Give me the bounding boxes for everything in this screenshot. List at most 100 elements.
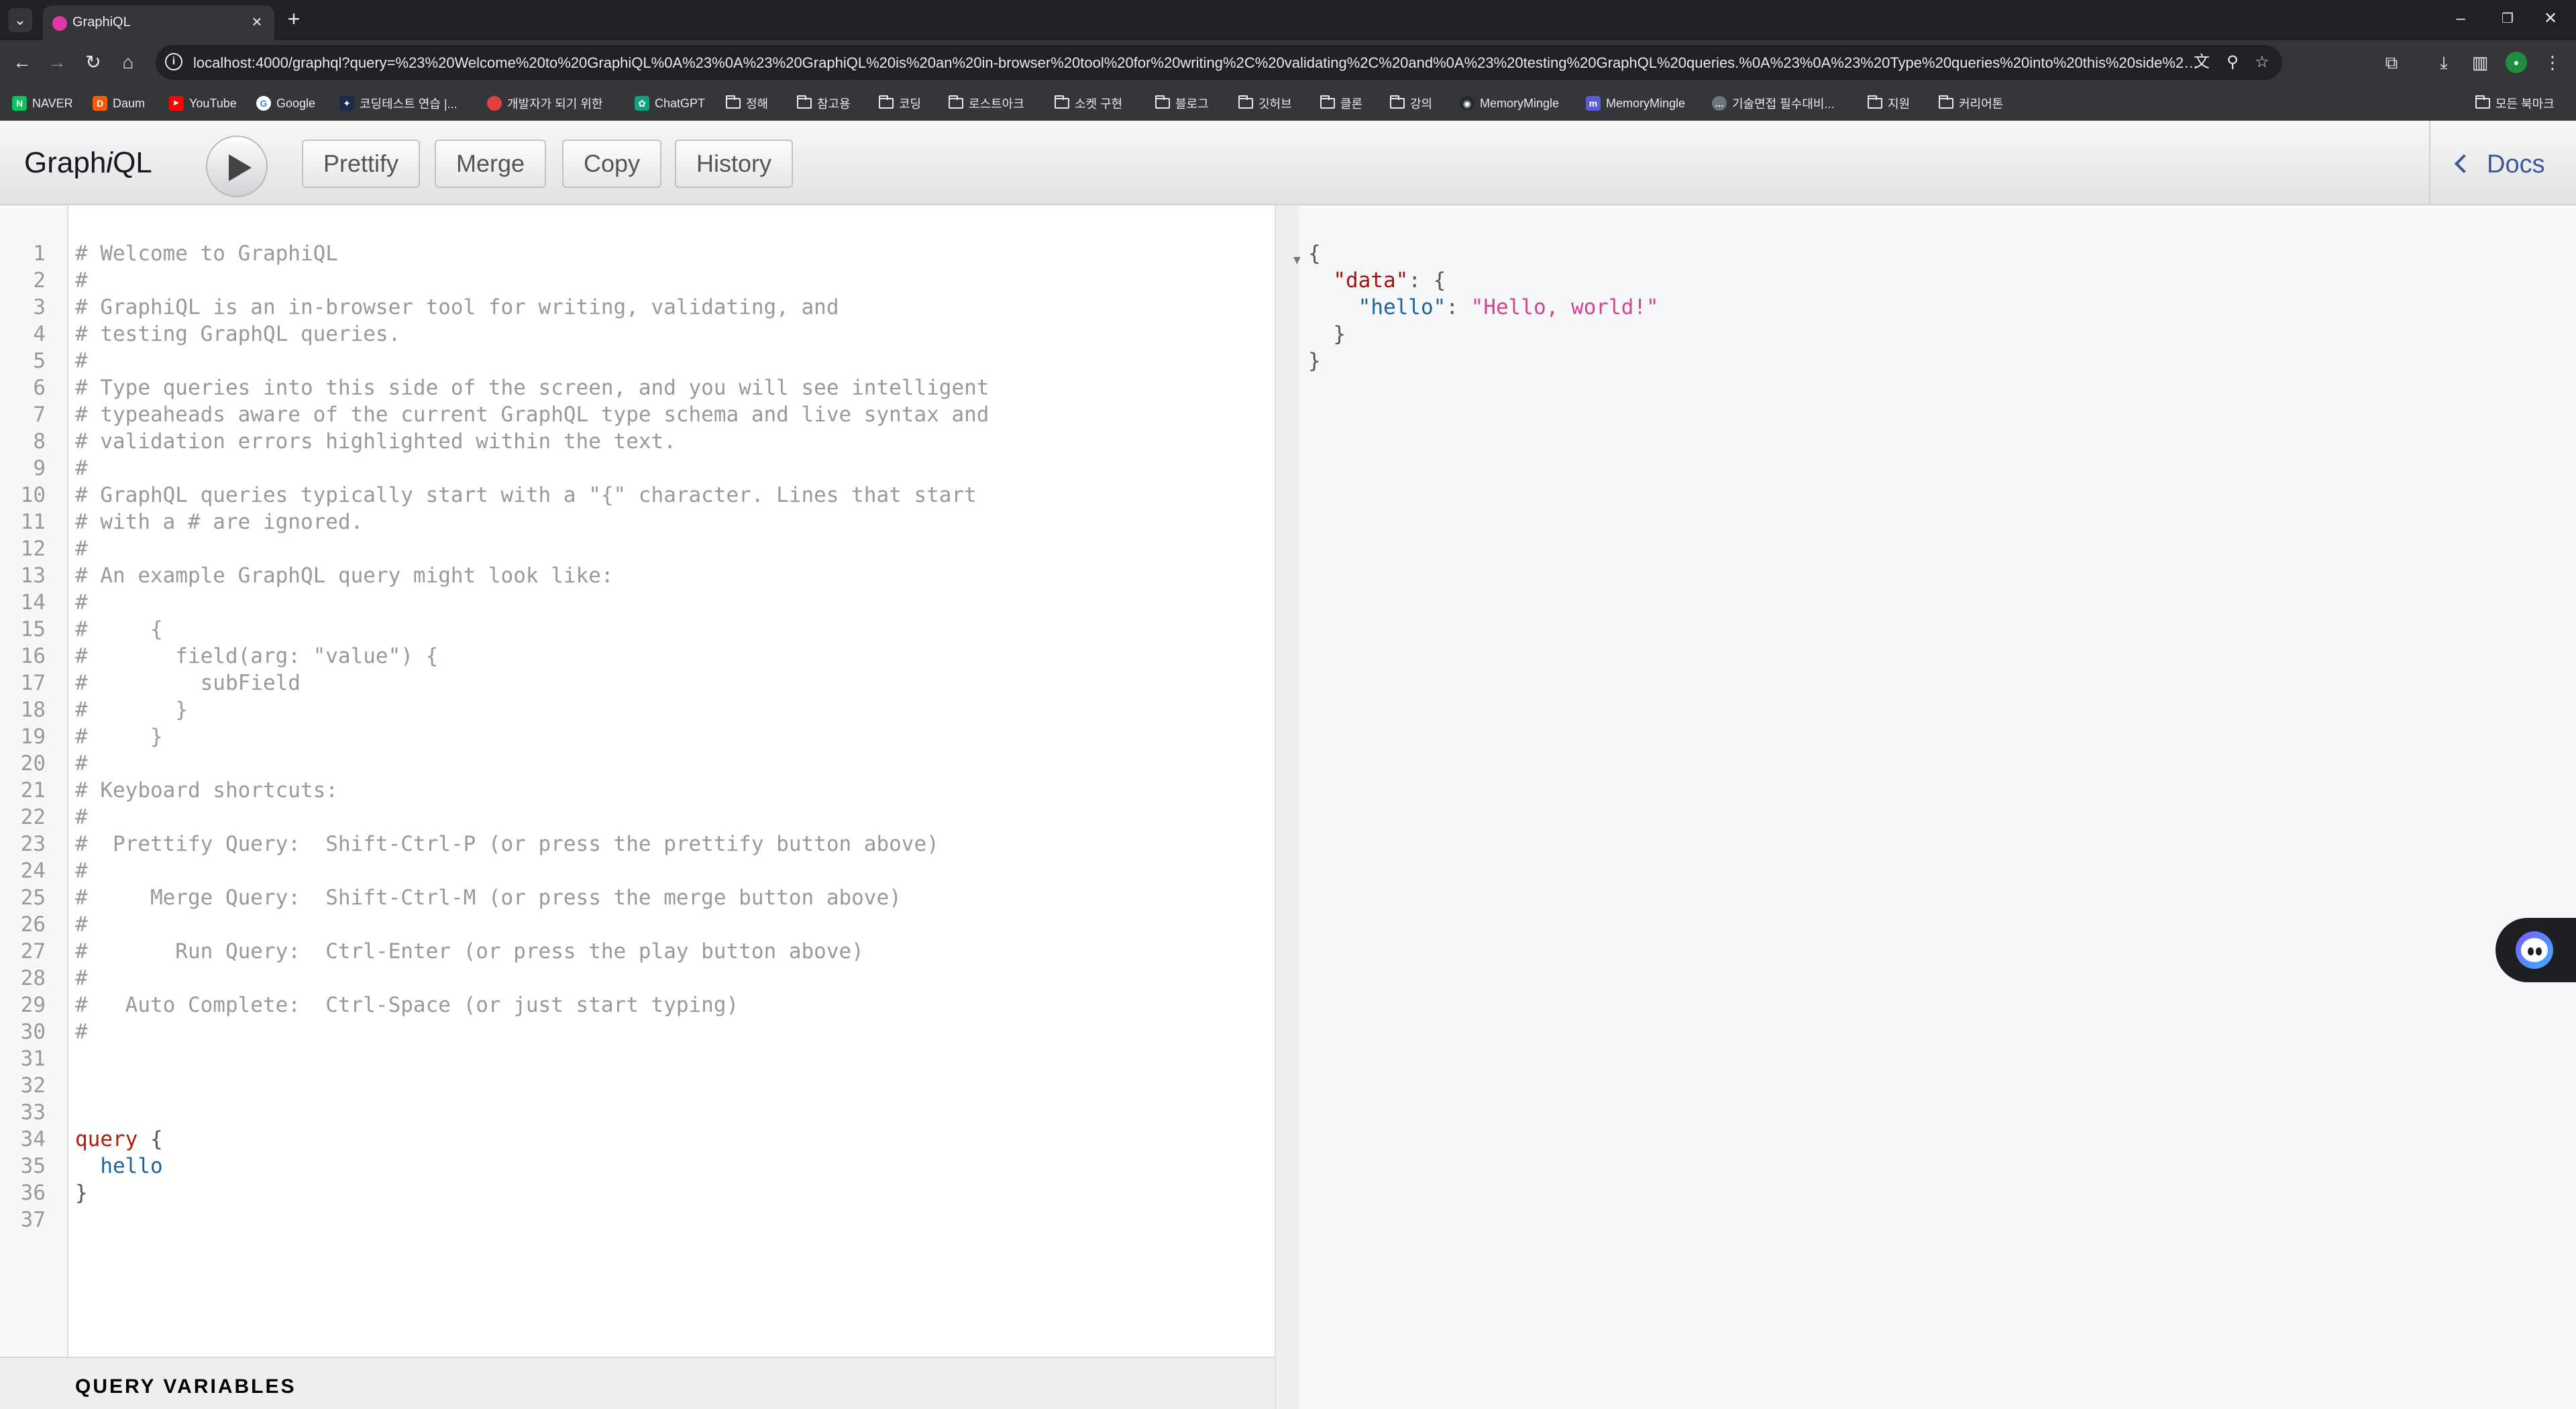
editor-line[interactable]: 26 # xyxy=(0,911,1275,938)
bookmark-star-icon[interactable]: ☆ xyxy=(2253,53,2271,72)
editor-line-text[interactable]: # An example GraphQL query might look li… xyxy=(75,562,614,589)
editor-line[interactable]: 19 # } xyxy=(0,723,1275,750)
docs-button[interactable]: Docs xyxy=(2454,150,2545,179)
execute-query-button[interactable] xyxy=(206,136,268,197)
editor-line-text[interactable]: # xyxy=(75,911,88,938)
editor-line-text[interactable]: # xyxy=(75,750,88,777)
editor-line[interactable]: 11 # with a # are ignored. xyxy=(0,509,1275,535)
editor-line[interactable]: 28 # xyxy=(0,965,1275,992)
editor-line[interactable]: 14 # xyxy=(0,589,1275,616)
editor-line-text[interactable]: # Run Query: Ctrl-Enter (or press the pl… xyxy=(75,938,864,965)
home-icon[interactable]: ⌂ xyxy=(115,50,141,75)
editor-line-text[interactable]: # with a # are ignored. xyxy=(75,509,363,535)
bookmark-folder-careerthon[interactable]: 커리어톤 xyxy=(1939,94,2003,113)
bookmark-coding-test[interactable]: ✦ 코딩테스트 연습 |... xyxy=(339,94,458,113)
editor-line[interactable]: 24 # xyxy=(0,857,1275,884)
bookmark-folder-blog[interactable]: 블로그 xyxy=(1155,94,1209,113)
editor-line-text[interactable]: query { xyxy=(75,1126,163,1153)
tab-close-icon[interactable]: × xyxy=(248,12,266,31)
editor-line-text[interactable]: # Prettify Query: Shift-Ctrl-P (or press… xyxy=(75,831,939,857)
editor-line[interactable]: 37 xyxy=(0,1206,1275,1233)
editor-line[interactable]: 18 # } xyxy=(0,696,1275,723)
editor-line-text[interactable]: # { xyxy=(75,616,163,643)
bookmark-folder-lecture[interactable]: 강의 xyxy=(1390,94,1432,113)
editor-line[interactable]: 2 # xyxy=(0,267,1275,294)
window-close-icon[interactable]: ✕ xyxy=(2537,5,2564,32)
editor-line-text[interactable]: # GraphiQL is an in-browser tool for wri… xyxy=(75,294,839,321)
editor-line[interactable]: 29 # Auto Complete: Ctrl-Space (or just s… xyxy=(0,992,1275,1019)
bookmark-interview[interactable]: … 기술면접 필수대비... xyxy=(1712,94,1834,113)
pane-divider[interactable] xyxy=(1276,205,1299,1409)
minimize-icon[interactable]: – xyxy=(2447,5,2474,32)
bookmark-folder-apply[interactable]: 지원 xyxy=(1868,94,1910,113)
bookmark-folder-clone[interactable]: 클론 xyxy=(1320,94,1362,113)
editor-line-text[interactable]: hello xyxy=(75,1153,162,1180)
query-code[interactable]: 1 # Welcome to GraphiQL 2 #3 # GraphiQL is a… xyxy=(0,240,1275,1233)
back-arrow-icon[interactable]: ← xyxy=(9,50,35,75)
editor-line-text[interactable]: # typeaheads aware of the current GraphQ… xyxy=(75,401,989,428)
bookmark-folder-jeonghae[interactable]: 정해 xyxy=(726,94,768,113)
editor-line-text[interactable]: # testing GraphQL queries. xyxy=(75,321,400,348)
editor-line-text[interactable]: # xyxy=(75,1019,88,1045)
tab-search-chevron-icon[interactable]: ⌄ xyxy=(8,8,32,32)
bookmark-folder-socket[interactable]: 소켓 구현 xyxy=(1055,94,1122,113)
bookmark-google[interactable]: G Google xyxy=(256,94,315,113)
editor-line[interactable]: 1 # Welcome to GraphiQL xyxy=(0,240,1275,267)
editor-line-text[interactable]: # Keyboard shortcuts: xyxy=(75,777,338,804)
bookmark-folder-coding[interactable]: 코딩 xyxy=(879,94,921,113)
editor-line[interactable]: 22 # xyxy=(0,804,1275,831)
editor-line[interactable]: 5 # xyxy=(0,348,1275,374)
editor-line-text[interactable]: # xyxy=(75,965,88,992)
editor-line[interactable]: 7 # typeaheads aware of the current Graph… xyxy=(0,401,1275,428)
side-panel-icon[interactable]: ▥ xyxy=(2469,51,2491,74)
all-bookmarks[interactable]: 모든 북마크 xyxy=(2475,94,2555,113)
forward-arrow-icon[interactable]: → xyxy=(44,50,70,75)
url-text[interactable]: localhost:4000/graphql?query=%23%20Welco… xyxy=(193,54,2206,72)
editor-line[interactable]: 21 # Keyboard shortcuts: xyxy=(0,777,1275,804)
editor-line[interactable]: 13 # An example GraphQL query might look … xyxy=(0,562,1275,589)
editor-line-text[interactable]: # validation errors highlighted within t… xyxy=(75,428,676,455)
editor-line[interactable]: 23 # Prettify Query: Shift-Ctrl-P (or pre… xyxy=(0,831,1275,857)
editor-line[interactable]: 12 # xyxy=(0,535,1275,562)
translate-icon[interactable]: 文 xyxy=(2192,53,2211,72)
prettify-button[interactable]: Prettify xyxy=(302,140,421,188)
query-editor[interactable]: 1 # Welcome to GraphiQL 2 #3 # GraphiQL is a… xyxy=(0,205,1276,1357)
floating-assistant-button[interactable] xyxy=(2496,918,2576,982)
editor-line[interactable]: 35 hello xyxy=(0,1153,1275,1180)
editor-line-text[interactable]: # xyxy=(75,804,88,831)
query-variables-bar[interactable]: QUERY VARIABLES xyxy=(0,1357,1276,1409)
editor-line[interactable]: 16 # field(arg: "value") { xyxy=(0,643,1275,670)
editor-line[interactable]: 32 xyxy=(0,1072,1275,1099)
editor-line-text[interactable]: # xyxy=(75,535,88,562)
editor-line-text[interactable]: # } xyxy=(75,696,188,723)
editor-line[interactable]: 20 # xyxy=(0,750,1275,777)
downloads-icon[interactable]: ⤓ xyxy=(2432,51,2455,74)
editor-line[interactable]: 25 # Merge Query: Shift-Ctrl-M (or press … xyxy=(0,884,1275,911)
editor-line-text[interactable]: # field(arg: "value") { xyxy=(75,643,438,670)
editor-line[interactable]: 33 xyxy=(0,1099,1275,1126)
restore-icon[interactable]: ❐ xyxy=(2494,5,2521,32)
bookmark-folder-reference[interactable]: 참고용 xyxy=(797,94,851,113)
profile-avatar[interactable]: ● xyxy=(2506,52,2527,73)
editor-line[interactable]: 27 # Run Query: Ctrl-Enter (or press the … xyxy=(0,938,1275,965)
zoom-icon[interactable]: ⚲ xyxy=(2223,53,2242,72)
browser-tab-graphiql[interactable]: GraphiQL × xyxy=(43,5,274,40)
editor-line-text[interactable]: # xyxy=(75,857,88,884)
history-button[interactable]: History xyxy=(675,140,794,188)
editor-line-text[interactable]: # Welcome to GraphiQL xyxy=(75,240,338,267)
editor-line[interactable]: 36} xyxy=(0,1180,1275,1206)
bookmark-memorymingle[interactable]: m MemoryMingle xyxy=(1586,94,1685,113)
editor-line-text[interactable]: # subField xyxy=(75,670,301,696)
editor-line-text[interactable]: # GraphQL queries typically start with a… xyxy=(75,482,977,509)
bookmark-folder-lostark[interactable]: 로스트아크 xyxy=(949,94,1024,113)
fold-arrow-icon[interactable]: ▼ xyxy=(1293,247,1301,274)
bookmark-developer[interactable]: 개발자가 되기 위한 xyxy=(487,94,602,113)
address-bar[interactable]: i localhost:4000/graphql?query=%23%20Wel… xyxy=(156,45,2282,80)
editor-line-text[interactable]: # Merge Query: Shift-Ctrl-M (or press th… xyxy=(75,884,902,911)
editor-line[interactable]: 10 # GraphQL queries typically start with… xyxy=(0,482,1275,509)
editor-line-text[interactable]: # Auto Complete: Ctrl-Space (or just sta… xyxy=(75,992,739,1019)
editor-line[interactable]: 8 # validation errors highlighted within … xyxy=(0,428,1275,455)
editor-line[interactable]: 34 query { xyxy=(0,1126,1275,1153)
extensions-icon[interactable]: ⧉ xyxy=(2380,51,2403,74)
new-tab-plus-icon[interactable]: + xyxy=(282,7,306,31)
